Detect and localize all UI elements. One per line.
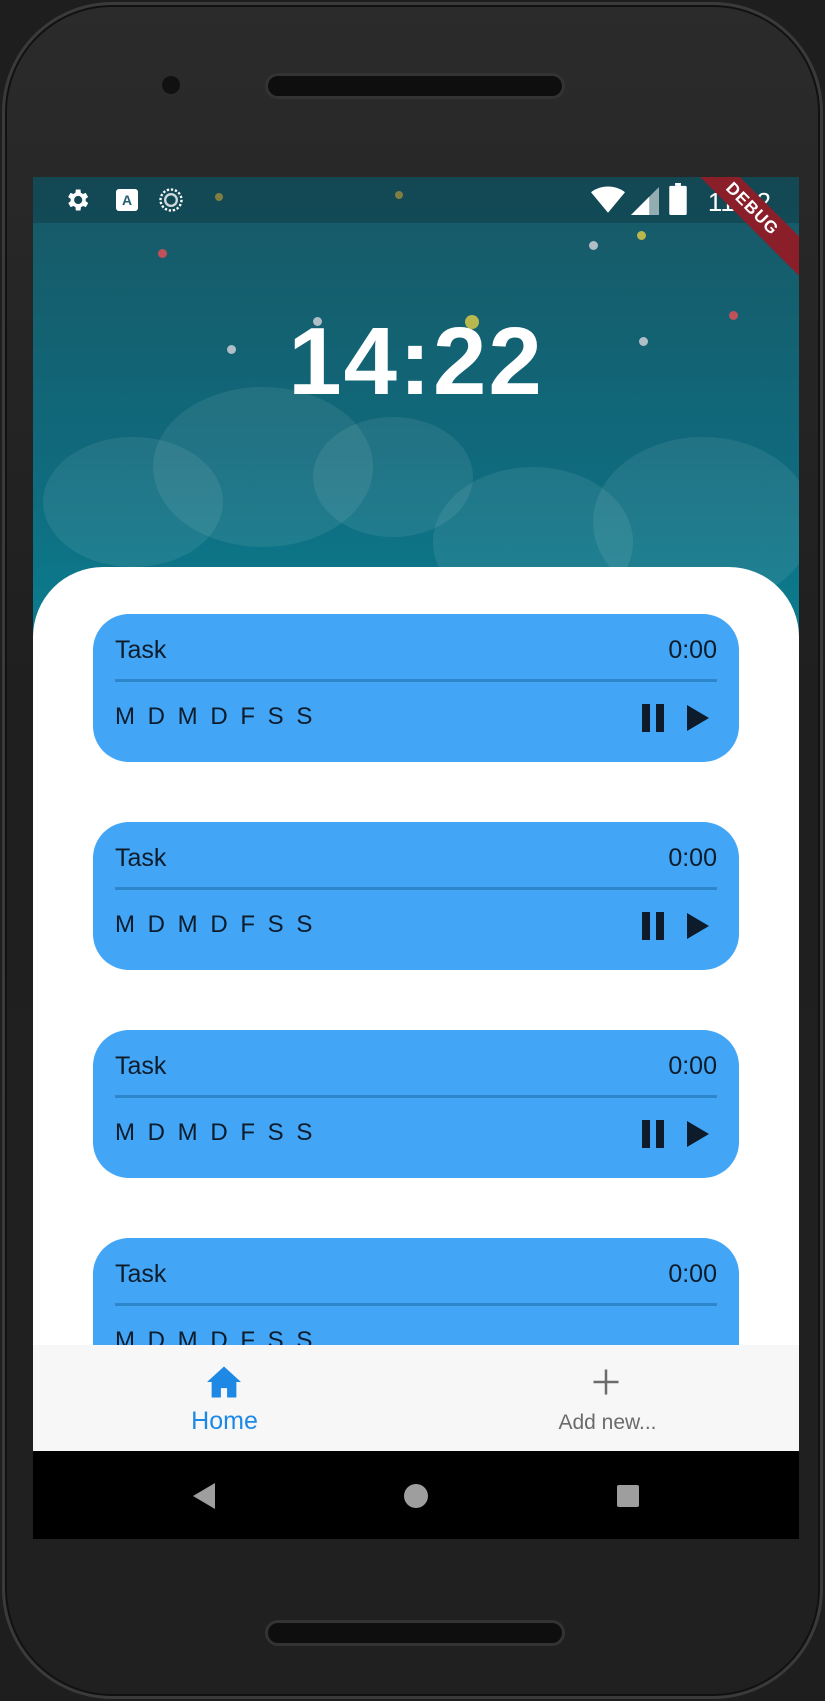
task-title: Task [115, 844, 167, 872]
star-dot [158, 249, 167, 258]
earpiece-speaker [265, 73, 565, 99]
pause-icon [656, 912, 664, 940]
play-button[interactable] [685, 704, 711, 732]
task-weekdays: M D M D F S S [115, 703, 316, 730]
task-weekdays: M D M D F S S [115, 1119, 316, 1146]
nav-label-home: Home [191, 1407, 258, 1435]
task-divider [115, 1095, 717, 1098]
task-card[interactable]: Task 0:00 M D M D F S S [93, 1030, 739, 1178]
pause-icon [642, 1120, 650, 1148]
task-time: 0:00 [668, 1052, 717, 1080]
app-screen: A DEBUG 14:22 Task 0:00 M D M D F S S Ta… [33, 177, 799, 1539]
cell-signal-icon [631, 187, 659, 215]
gear-icon [68, 189, 89, 211]
phone-frame: A DEBUG 14:22 Task 0:00 M D M D F S S Ta… [2, 2, 823, 1699]
pause-button[interactable] [642, 912, 668, 940]
star-dot [589, 241, 598, 250]
play-icon [687, 913, 709, 939]
cloud-shape [43, 437, 223, 567]
pause-button[interactable] [642, 704, 668, 732]
wifi-icon [591, 186, 625, 213]
home-circle-icon[interactable] [403, 1483, 429, 1509]
task-divider [115, 679, 717, 682]
task-weekdays: M D M D F S S [115, 911, 316, 938]
pause-icon [642, 704, 650, 732]
recents-icon[interactable] [617, 1485, 639, 1507]
home-icon [207, 1366, 241, 1398]
task-time: 0:00 [668, 844, 717, 872]
nav-label-add-new: Add new... [558, 1411, 657, 1434]
task-divider [115, 1303, 717, 1306]
task-time: 0:00 [668, 1260, 717, 1288]
clock-display: 14:22 [288, 308, 544, 415]
play-button[interactable] [685, 912, 711, 940]
circle-progress-icon [159, 188, 183, 212]
nav-item-home[interactable]: Home [33, 1345, 416, 1451]
play-icon [687, 705, 709, 731]
front-camera [159, 73, 183, 97]
play-button[interactable] [685, 1120, 711, 1148]
nav-item-add-new[interactable]: Add new... [416, 1345, 799, 1451]
back-icon[interactable] [193, 1483, 217, 1509]
pause-icon [656, 704, 664, 732]
pause-icon [642, 912, 650, 940]
task-card[interactable]: Task 0:00 M D M D F S S [93, 822, 739, 970]
task-title: Task [115, 1052, 167, 1080]
task-time: 0:00 [668, 636, 717, 664]
task-title: Task [115, 1260, 167, 1288]
task-title: Task [115, 636, 167, 664]
bottom-navigation: Home Add new... [33, 1345, 799, 1451]
system-navigation-bar [33, 1451, 799, 1539]
battery-icon [669, 183, 687, 215]
play-icon [687, 1121, 709, 1147]
pause-icon [656, 1120, 664, 1148]
star-dot [637, 231, 646, 240]
task-card[interactable]: Task 0:00 M D M D F S S [93, 614, 739, 762]
font-a-icon: A [116, 189, 138, 211]
task-divider [115, 887, 717, 890]
pause-button[interactable] [642, 1120, 668, 1148]
svg-text:A: A [122, 192, 132, 208]
plus-icon [593, 1369, 619, 1395]
bottom-speaker [265, 1620, 565, 1646]
status-bar: A [33, 177, 799, 223]
